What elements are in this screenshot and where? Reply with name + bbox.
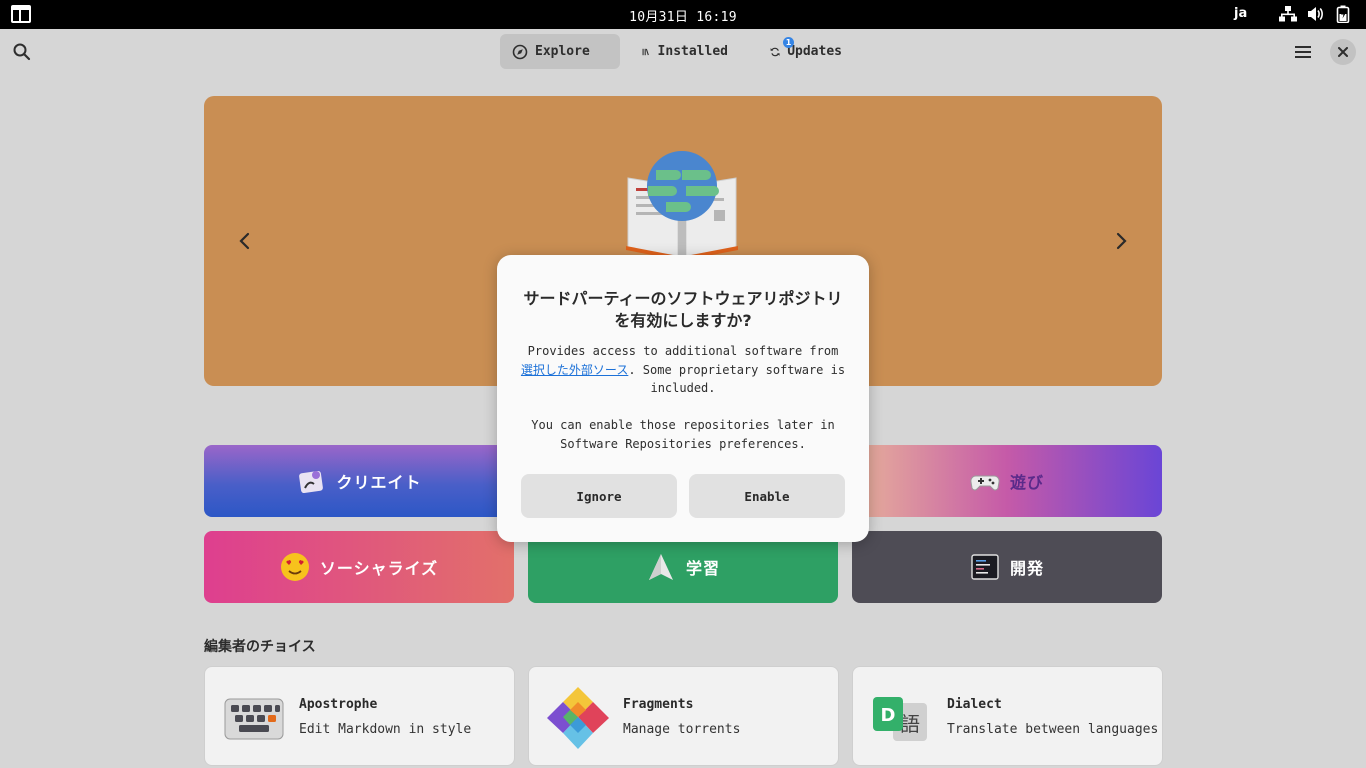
- tab-explore[interactable]: Explore: [500, 34, 620, 69]
- compass-icon: [512, 44, 528, 59]
- dialect-app-icon: 語 D: [873, 697, 927, 741]
- top-bar: 10月31日 16:19 ja: [0, 0, 1366, 29]
- network-icon[interactable]: [1279, 5, 1297, 23]
- category-create[interactable]: クリエイト: [204, 445, 514, 517]
- category-learn-label: 学習: [685, 559, 720, 578]
- category-play-label: 遊び: [1009, 473, 1044, 492]
- dialog-body-text: Provides access to additional software f…: [527, 344, 839, 358]
- app-card-apostrophe[interactable]: Apostrophe Edit Markdown in style: [204, 666, 515, 766]
- svg-text:D: D: [881, 705, 896, 726]
- library-icon: [642, 48, 649, 55]
- dialog-title: サードパーティーのソフトウェアリポジトリ を有効にしますか?: [517, 288, 849, 332]
- dialog-body: Provides access to additional software f…: [519, 342, 847, 453]
- dialog-body-hint: You can enable those repositories later …: [531, 418, 835, 451]
- heart-eyes-emoji-icon: [280, 553, 309, 581]
- app-card-dialect[interactable]: 語 D Dialect Translate between languages: [852, 666, 1163, 766]
- close-icon: [1338, 47, 1348, 57]
- app-description: Translate between languages: [947, 722, 1159, 737]
- editors-choice-heading: 編集者のチョイス: [204, 639, 316, 655]
- battery-icon[interactable]: [1334, 5, 1352, 23]
- carousel-next-arrow-icon[interactable]: [1110, 230, 1132, 252]
- header-bar: Explore Installed Updates 1: [0, 29, 1366, 75]
- app-name: Dialect: [947, 697, 1002, 712]
- app-name: Apostrophe: [299, 697, 378, 712]
- category-develop-label: 開発: [1009, 559, 1044, 578]
- tab-updates[interactable]: Updates: [758, 34, 854, 69]
- keyboard-app-icon: [224, 698, 284, 740]
- third-party-repos-dialog: サードパーティーのソフトウェアリポジトリ を有効にしますか? Provides …: [497, 255, 869, 542]
- updates-count-badge: 1: [783, 37, 794, 48]
- tab-installed-label: Installed: [657, 44, 728, 59]
- refresh-icon: [770, 47, 780, 56]
- search-icon[interactable]: [12, 42, 32, 62]
- ignore-button[interactable]: Ignore: [521, 474, 677, 518]
- app-description: Manage torrents: [623, 722, 741, 737]
- category-play[interactable]: 遊び: [852, 445, 1162, 517]
- dialog-title-line2: を有効にしますか?: [614, 311, 752, 330]
- close-window-button[interactable]: [1330, 39, 1356, 65]
- app-description: Edit Markdown in style: [299, 722, 472, 737]
- featured-app-icon: [626, 151, 738, 258]
- category-develop[interactable]: 開発: [852, 531, 1162, 603]
- app-card-fragments[interactable]: Fragments Manage torrents: [528, 666, 839, 766]
- fragments-app-icon: [547, 687, 609, 749]
- input-language-indicator[interactable]: ja: [1234, 6, 1247, 21]
- dialog-body-text-2: . Some proprietary software is included.: [628, 362, 846, 396]
- enable-button[interactable]: Enable: [689, 474, 845, 518]
- category-socialize[interactable]: ソーシャライズ: [204, 531, 514, 603]
- paper-plane-icon: [648, 554, 673, 580]
- category-create-label: クリエイト: [336, 473, 422, 492]
- external-sources-link[interactable]: 選択した外部ソース: [521, 363, 628, 377]
- tab-updates-label: Updates: [787, 44, 842, 59]
- gamepad-icon: [970, 475, 1000, 491]
- carousel-prev-arrow-icon[interactable]: [234, 230, 256, 252]
- volume-icon[interactable]: [1306, 5, 1324, 23]
- tab-explore-label: Explore: [535, 44, 590, 59]
- tab-installed[interactable]: Installed: [630, 34, 740, 69]
- dialog-title-line1: サードパーティーのソフトウェアリポジトリ: [523, 289, 843, 308]
- terminal-icon: [971, 554, 999, 580]
- category-socialize-label: ソーシャライズ: [319, 559, 439, 578]
- hamburger-menu-icon[interactable]: [1293, 43, 1313, 61]
- clock[interactable]: 10月31日 16:19: [0, 6, 1366, 25]
- create-category-icon: [299, 470, 324, 494]
- app-name: Fragments: [623, 697, 694, 712]
